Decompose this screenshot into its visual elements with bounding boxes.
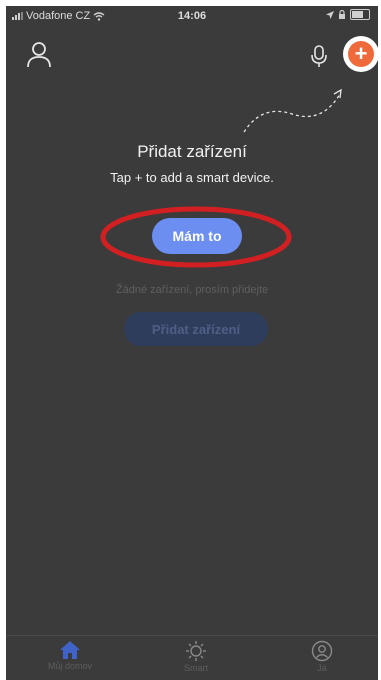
empty-state-text: Žádné zařízení, prosím přidejte (115, 284, 269, 296)
got-it-button[interactable]: Mám to (152, 218, 242, 254)
tab-home[interactable]: Můj domov (20, 636, 120, 680)
person-icon[interactable] (26, 40, 52, 68)
location-icon (326, 10, 334, 19)
app-screen: Vodafone CZ 14:06 + Přidat zařízení Tap … (6, 6, 378, 680)
tab-smart[interactable]: Smart (146, 636, 246, 680)
add-device-plus-button[interactable]: + (343, 36, 378, 72)
status-indicators (326, 9, 370, 20)
tab-me-label: Já (317, 663, 327, 673)
tip-subtitle: Tap + to add a smart device. (110, 170, 274, 185)
battery-icon (350, 9, 370, 20)
tip-title: Přidat zařízení (137, 142, 247, 161)
sun-icon (186, 641, 206, 661)
plus-icon: + (348, 41, 374, 67)
microphone-icon[interactable] (308, 44, 330, 68)
top-navigation: + (6, 34, 378, 74)
home-icon (60, 641, 80, 659)
tab-smart-label: Smart (183, 663, 208, 673)
profile-circle-icon (311, 640, 333, 662)
status-time: 14:06 (177, 10, 207, 22)
lock-rotation-icon (339, 10, 345, 19)
tab-home-label: Můj domov (47, 661, 92, 671)
tab-me[interactable]: Já (272, 636, 372, 680)
hint-arrow-icon (243, 88, 342, 133)
add-device-button[interactable]: Přidat zařízení (124, 312, 268, 346)
status-bar: Vodafone CZ 14:06 (6, 6, 378, 28)
bottom-tab-bar: Můj domov Smart Já (6, 635, 378, 680)
